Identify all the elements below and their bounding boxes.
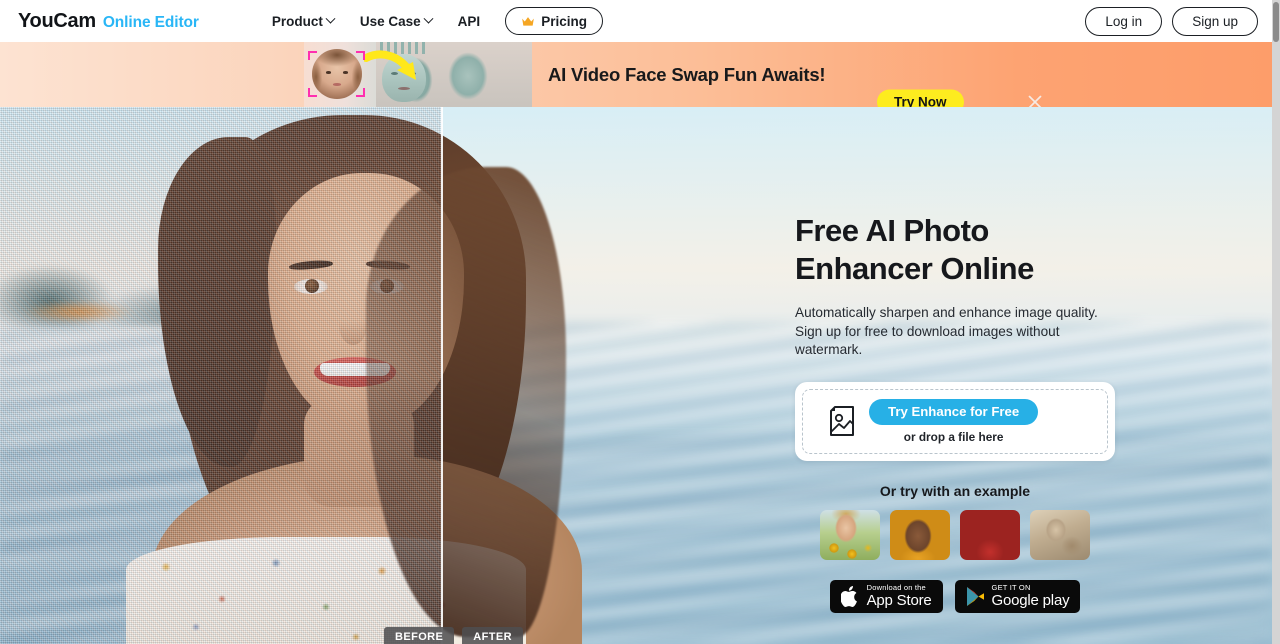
app-store-badge[interactable]: Download on the App Store bbox=[829, 579, 943, 613]
nav-auth-actions: Log in Sign up bbox=[1085, 6, 1258, 36]
promo-try-now-button[interactable]: Try Now bbox=[877, 89, 964, 108]
brand-name: YouCam bbox=[18, 9, 96, 32]
google-play-badge[interactable]: GET IT ON Google play bbox=[954, 579, 1081, 613]
before-label: BEFORE bbox=[384, 627, 455, 644]
photo-placeholder-icon bbox=[830, 406, 854, 436]
portrait-mouth bbox=[333, 83, 341, 86]
page-title: Free AI Photo Enhancer Online bbox=[795, 212, 1135, 288]
upload-actions: Try Enhance for Free or drop a file here bbox=[869, 398, 1039, 444]
page-scrollbar[interactable] bbox=[1272, 0, 1280, 644]
portrait-hair bbox=[312, 49, 362, 99]
google-play-small-label: GET IT ON bbox=[991, 582, 1031, 592]
signup-label: Sign up bbox=[1192, 13, 1238, 29]
face-detect-corner-tl bbox=[308, 51, 317, 60]
signup-button[interactable]: Sign up bbox=[1172, 6, 1258, 36]
subject-nose bbox=[339, 305, 367, 345]
promo-banner[interactable]: AI Video Face Swap Fun Awaits! Try Now bbox=[0, 42, 1272, 107]
scrollbar-thumb[interactable] bbox=[1273, 2, 1279, 42]
hero-portrait-subject bbox=[118, 107, 638, 644]
top-navbar: YouCam Online Editor Product Use Case AP… bbox=[0, 0, 1272, 42]
google-play-big-label: Google play bbox=[991, 592, 1070, 610]
face-detect-corner-bl bbox=[308, 88, 317, 97]
promo-banner-inner: AI Video Face Swap Fun Awaits! Try Now bbox=[0, 42, 1272, 107]
subject-hair-left bbox=[158, 137, 276, 467]
after-label: AFTER bbox=[462, 627, 523, 644]
crown-icon bbox=[522, 16, 535, 26]
promo-try-now-label: Try Now bbox=[894, 94, 947, 108]
promo-face-swap-artwork bbox=[304, 42, 532, 107]
chevron-down-icon bbox=[325, 13, 336, 24]
example-thumbnail-vintage-sepia[interactable] bbox=[1030, 509, 1090, 560]
yellow-arrow-icon bbox=[364, 50, 416, 80]
example-thumbnails bbox=[795, 509, 1115, 560]
pricing-label: Pricing bbox=[541, 13, 587, 29]
close-icon[interactable] bbox=[1027, 94, 1043, 107]
nav-item-api-label: API bbox=[457, 13, 481, 29]
nav-item-use-case[interactable]: Use Case bbox=[347, 8, 445, 35]
app-store-badges: Download on the App Store GET IT ON Goog… bbox=[795, 579, 1115, 613]
nav-item-product[interactable]: Product bbox=[259, 8, 347, 35]
try-enhance-label: Try Enhance for Free bbox=[888, 404, 1020, 419]
promo-headline: AI Video Face Swap Fun Awaits! bbox=[548, 63, 826, 85]
google-play-text: GET IT ON Google play bbox=[992, 584, 1070, 609]
page-description: Automatically sharpen and enhance image … bbox=[795, 305, 1098, 357]
nav-item-product-label: Product bbox=[271, 13, 323, 29]
pricing-button[interactable]: Pricing bbox=[505, 7, 603, 35]
examples-title: Or try with an example bbox=[879, 482, 1031, 499]
app-store-big-label: App Store bbox=[866, 592, 932, 610]
brand-subtitle: Online Editor bbox=[102, 13, 199, 31]
app-store-small-label: Download on the bbox=[866, 582, 926, 592]
app-store-text: Download on the App Store bbox=[867, 584, 932, 609]
login-label: Log in bbox=[1105, 13, 1143, 29]
example-thumbnail-man-yellow-shirt[interactable] bbox=[890, 509, 950, 560]
example-thumbnail-woman-red-sweater[interactable] bbox=[960, 509, 1020, 560]
apple-icon bbox=[840, 585, 857, 607]
nav-item-api[interactable]: API bbox=[445, 8, 494, 35]
try-enhance-button[interactable]: Try Enhance for Free bbox=[869, 398, 1039, 425]
google-play-icon bbox=[966, 586, 984, 606]
page-title-line1: Free AI Photo bbox=[795, 213, 989, 248]
portrait-eye-right bbox=[343, 71, 348, 74]
page-title-line2: Enhancer Online bbox=[795, 251, 1034, 286]
example-thumbnail-sunflowers[interactable] bbox=[820, 509, 880, 560]
subject-iris-left bbox=[305, 279, 319, 293]
nav-item-use-case-label: Use Case bbox=[359, 13, 421, 29]
hero-content-panel: Free AI Photo Enhancer Online Automatica… bbox=[795, 212, 1135, 613]
face-detect-corner-br bbox=[356, 88, 365, 97]
upload-dropzone-card[interactable]: Try Enhance for Free or drop a file here bbox=[795, 381, 1115, 461]
nav-links: Product Use Case API Pricing bbox=[259, 7, 603, 35]
chevron-down-icon bbox=[423, 13, 434, 24]
drop-file-hint: or drop a file here bbox=[903, 429, 1004, 444]
portrait-eye-left bbox=[326, 71, 331, 74]
before-after-labels: BEFORE AFTER bbox=[384, 627, 523, 644]
upload-dropzone-inner[interactable]: Try Enhance for Free or drop a file here bbox=[802, 388, 1108, 454]
login-button[interactable]: Log in bbox=[1085, 6, 1163, 36]
brand-logo[interactable]: YouCam Online Editor bbox=[18, 10, 199, 33]
before-after-slider-handle[interactable] bbox=[441, 107, 443, 644]
face-detect-corner-tr bbox=[356, 51, 365, 60]
source-portrait-thumbnail bbox=[312, 49, 362, 99]
